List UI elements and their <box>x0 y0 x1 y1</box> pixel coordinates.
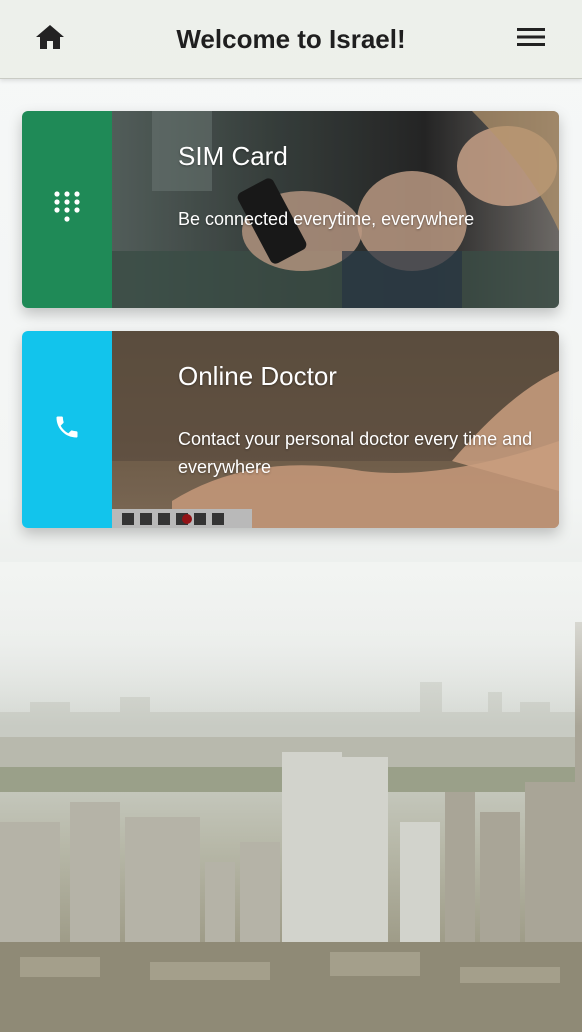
hamburger-menu-icon <box>517 27 545 52</box>
sim-card-title: SIM Card <box>178 141 288 171</box>
phone-icon <box>53 413 81 446</box>
online-doctor-card[interactable]: Online Doctor Contact your personal doct… <box>22 331 559 528</box>
sim-card-icon-panel <box>22 111 112 308</box>
menu-button[interactable] <box>510 22 552 56</box>
city-skyline-background <box>0 562 582 1032</box>
dialpad-icon <box>53 190 81 229</box>
page-title: Welcome to Israel! <box>176 24 406 54</box>
online-doctor-icon-panel <box>22 331 112 528</box>
sim-card-description: Be connected everytime, everywhere <box>178 209 475 229</box>
home-button[interactable] <box>30 22 70 56</box>
app-header: Welcome to Israel! <box>0 0 582 79</box>
online-doctor-description: Contact your personal doctor every time … <box>178 429 533 477</box>
sim-card-card[interactable]: SIM Card Be connected everytime, everywh… <box>22 111 559 308</box>
home-icon <box>35 23 65 56</box>
online-doctor-title: Online Doctor <box>178 361 337 391</box>
